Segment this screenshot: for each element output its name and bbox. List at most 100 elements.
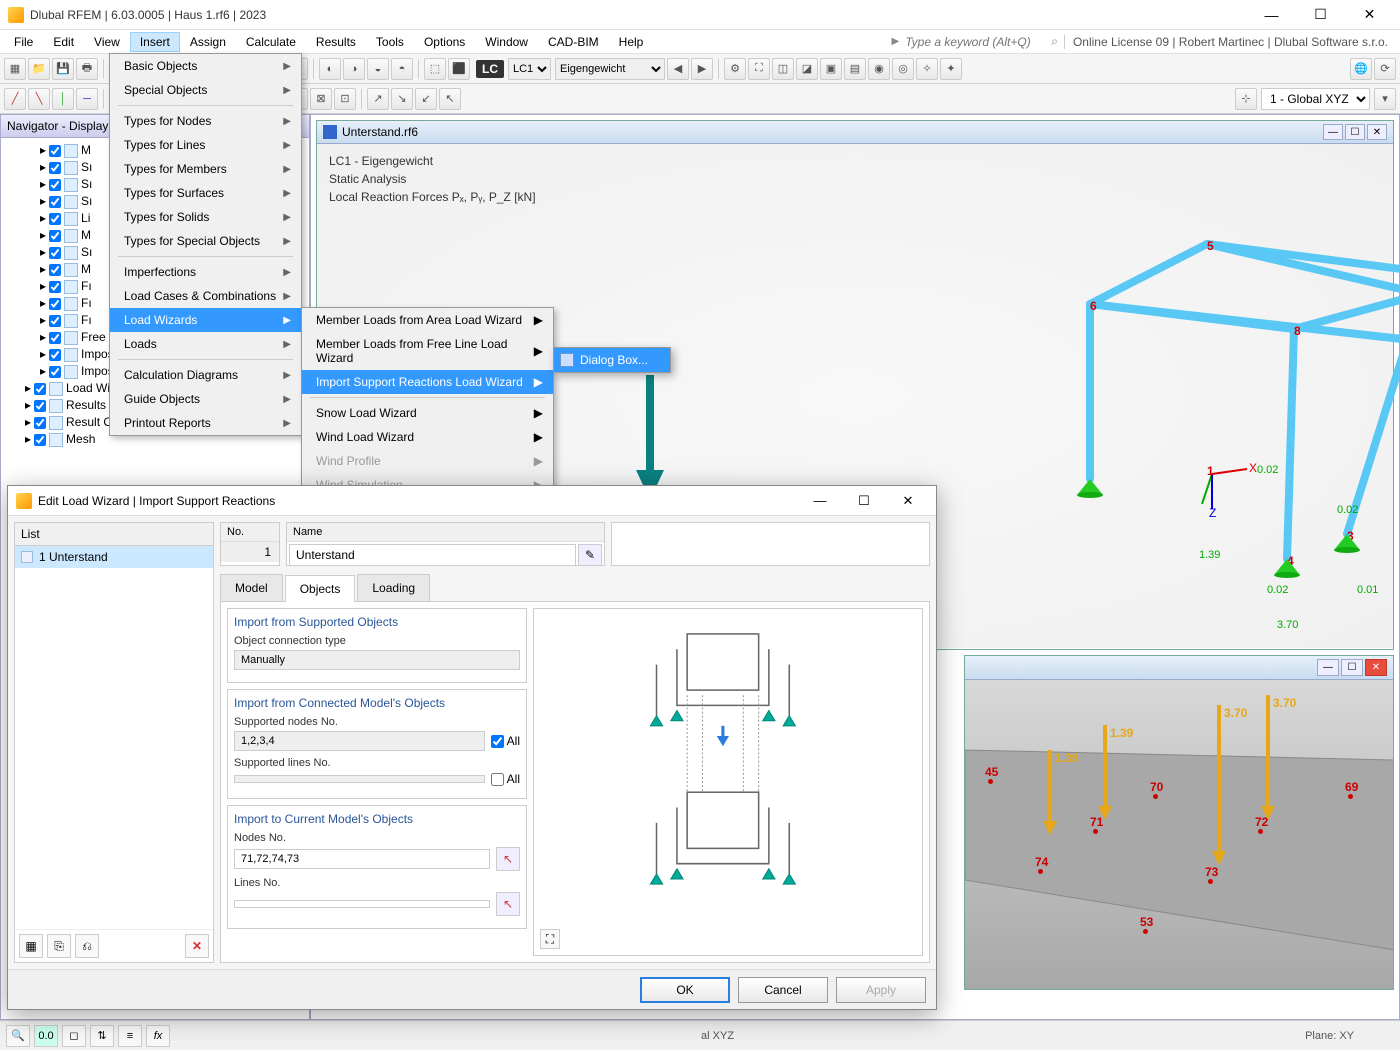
mdi-header[interactable]: Unterstand.rf6 — ☐ ✕ [317, 121, 1393, 144]
list-btn-3[interactable]: ⎌ [75, 934, 99, 958]
mdi2-close-button[interactable]: ✕ [1365, 659, 1387, 676]
menu-help[interactable]: Help [609, 32, 654, 52]
insert-menu-dropdown[interactable]: Basic Objects▶Special Objects▶ Types for … [109, 53, 302, 436]
menu-edit[interactable]: Edit [43, 32, 84, 52]
mdi-close-button[interactable]: ✕ [1367, 124, 1387, 140]
dialog-min-button[interactable]: — [800, 488, 840, 514]
dialog-box-item[interactable]: Dialog Box... [554, 348, 670, 372]
menu-item[interactable]: Basic Objects▶ [110, 54, 301, 78]
submenu-item[interactable]: Wind Load Wizard▶ [302, 425, 553, 449]
maximize-button[interactable]: ☐ [1298, 1, 1343, 29]
coord-select[interactable]: 1 - Global XYZ [1261, 88, 1370, 110]
list-header: List [15, 523, 213, 546]
dialog-close-button[interactable]: ✕ [888, 488, 928, 514]
dialog-max-button[interactable]: ☐ [844, 488, 884, 514]
submenu-item[interactable]: Member Loads from Free Line Load Wizard▶ [302, 332, 553, 370]
statusbar: 🔍 0.0 ◻ ⇅ ≡ fx al XYZ Plane: XY [0, 1020, 1400, 1050]
nodes-pick-button[interactable]: ↖ [496, 847, 520, 871]
submenu-item[interactable]: Import Support Reactions Load Wizard▶ [302, 370, 553, 394]
dialog-titlebar[interactable]: Edit Load Wizard | Import Support Reacti… [8, 486, 936, 516]
name-input[interactable] [289, 544, 576, 566]
tool-print[interactable]: 🖶 [76, 58, 98, 80]
menu-item[interactable]: Load Wizards▶ [110, 308, 301, 332]
status-btn-5[interactable]: ≡ [118, 1025, 142, 1047]
menu-window[interactable]: Window [475, 32, 538, 52]
lc-number-select[interactable]: LC1 [508, 58, 551, 80]
menu-item[interactable]: Types for Special Objects▶ [110, 229, 301, 253]
menu-item[interactable]: Printout Reports▶ [110, 411, 301, 435]
name-spacer [611, 522, 930, 566]
close-button[interactable]: ✕ [1347, 1, 1392, 29]
list-item[interactable]: 1 Unterstand [15, 546, 213, 568]
menu-item[interactable]: Loads▶ [110, 332, 301, 356]
menu-item[interactable]: Load Cases & Combinations▶ [110, 284, 301, 308]
nodes-no-input[interactable]: 71,72,74,73 [234, 849, 490, 869]
menu-item[interactable]: Imperfections▶ [110, 260, 301, 284]
status-btn-6[interactable]: fx [146, 1025, 170, 1047]
lines-no-input[interactable] [234, 900, 490, 908]
apply-button[interactable]: Apply [836, 977, 926, 1003]
coord-icon[interactable]: ⊹ [1235, 88, 1257, 110]
supported-nodes-all[interactable]: All [491, 734, 520, 748]
window-title: Dlubal RFEM | 6.03.0005 | Haus 1.rf6 | 2… [30, 8, 1249, 22]
mdi2-max-button[interactable]: ☐ [1341, 659, 1363, 676]
menu-item[interactable]: Types for Lines▶ [110, 133, 301, 157]
dialog-title: Edit Load Wizard | Import Support Reacti… [38, 494, 800, 508]
load-wizards-submenu[interactable]: Member Loads from Area Load Wizard▶Membe… [301, 307, 554, 498]
menu-calculate[interactable]: Calculate [236, 32, 306, 52]
menu-item[interactable]: Types for Members▶ [110, 157, 301, 181]
tool-open[interactable]: 📁 [28, 58, 50, 80]
submenu-item[interactable]: Member Loads from Area Load Wizard▶ [302, 308, 553, 332]
list-delete-button[interactable]: ✕ [185, 934, 209, 958]
menu-item[interactable]: Types for Nodes▶ [110, 109, 301, 133]
dialog-preview[interactable]: ⛶ [533, 608, 923, 956]
supported-lines-all[interactable]: All [491, 772, 520, 786]
menu-options[interactable]: Options [414, 32, 475, 52]
preview-tool-button[interactable]: ⛶ [540, 929, 560, 949]
supported-lines-input[interactable] [234, 775, 485, 783]
menu-item[interactable]: Types for Surfaces▶ [110, 181, 301, 205]
menu-item[interactable]: Guide Objects▶ [110, 387, 301, 411]
import-reactions-submenu[interactable]: Dialog Box... [553, 347, 671, 373]
list-btn-1[interactable]: ▦ [19, 934, 43, 958]
status-btn-4[interactable]: ⇅ [90, 1025, 114, 1047]
mdi-max-button[interactable]: ☐ [1345, 124, 1365, 140]
menu-item[interactable]: Calculation Diagrams▶ [110, 363, 301, 387]
minimize-button[interactable]: — [1249, 1, 1294, 29]
svg-text:3.70: 3.70 [1224, 706, 1248, 720]
submenu-item[interactable]: Wind Profile▶ [302, 449, 553, 473]
connection-type-select[interactable]: Manually [234, 650, 520, 670]
menu-insert[interactable]: Insert [130, 32, 180, 52]
tab-objects[interactable]: Objects [285, 575, 356, 602]
ok-button[interactable]: OK [640, 977, 730, 1003]
tool-new[interactable]: ▦ [4, 58, 26, 80]
supported-nodes-input[interactable]: 1,2,3,4 [234, 731, 485, 751]
menu-item[interactable]: Special Objects▶ [110, 78, 301, 102]
menu-file[interactable]: File [4, 32, 43, 52]
status-btn-2[interactable]: 0.0 [34, 1025, 58, 1047]
cancel-button[interactable]: Cancel [738, 977, 828, 1003]
status-btn-3[interactable]: ◻ [62, 1025, 86, 1047]
lines-pick-button[interactable]: ↖ [496, 892, 520, 916]
status-btn-1[interactable]: 🔍 [6, 1025, 30, 1047]
tab-model[interactable]: Model [220, 574, 283, 601]
tool-save[interactable]: 💾 [52, 58, 74, 80]
submenu-item[interactable]: Snow Load Wizard▶ [302, 401, 553, 425]
search-icon: ▶ [892, 36, 900, 47]
menu-cad-bim[interactable]: CAD-BIM [538, 32, 609, 52]
menu-view[interactable]: View [84, 32, 130, 52]
tab-loading[interactable]: Loading [357, 574, 430, 601]
list-btn-2[interactable]: ⎘ [47, 934, 71, 958]
menu-item[interactable]: Types for Solids▶ [110, 205, 301, 229]
keyword-input[interactable] [905, 35, 1045, 49]
menu-tools[interactable]: Tools [366, 32, 414, 52]
name-edit-button[interactable]: ✎ [578, 544, 602, 566]
menu-assign[interactable]: Assign [180, 32, 236, 52]
mdi2-min-button[interactable]: — [1317, 659, 1339, 676]
lc-name-select[interactable]: Eigengewicht [555, 58, 665, 80]
mdi2-header[interactable]: — ☐ ✕ [965, 656, 1393, 680]
mdi2-body[interactable]: 45706971727473531.391.393.703.70 [965, 680, 1393, 989]
menu-results[interactable]: Results [306, 32, 366, 52]
mdi-min-button[interactable]: — [1323, 124, 1343, 140]
force-label: 0.01 [1357, 584, 1378, 596]
